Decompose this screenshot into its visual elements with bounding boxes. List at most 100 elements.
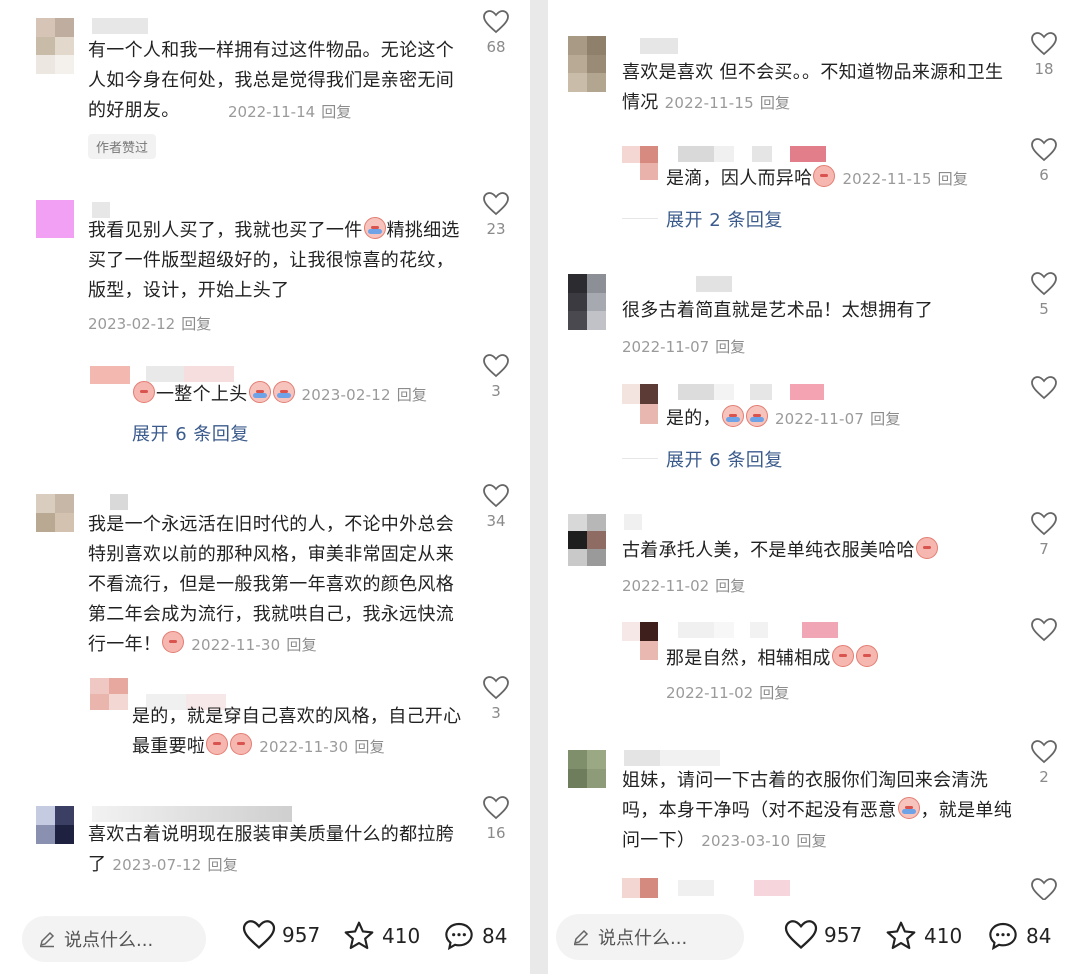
avatar[interactable] — [622, 622, 658, 660]
expand-replies-link[interactable]: 展开 6 条回复 — [132, 420, 249, 446]
comment-text-part: 是滴，因人而异哈 — [666, 168, 813, 189]
like-button[interactable]: 68 — [476, 10, 516, 56]
reply-button[interactable]: 回复 — [759, 684, 789, 702]
comment-input[interactable]: 说点什么... — [556, 914, 744, 960]
avatar[interactable] — [568, 274, 606, 330]
comment-date: 2023-02-12 — [301, 386, 391, 404]
expand-replies-link[interactable]: 展开 2 条回复 — [666, 206, 783, 232]
comment-date: 2022-11-15 — [842, 170, 932, 188]
comment-meta: 2023-02-12 回复 — [88, 313, 211, 334]
reply-button[interactable]: 回复 — [796, 832, 826, 850]
heart-icon — [784, 920, 818, 949]
avatar[interactable] — [622, 146, 658, 180]
face-emoji-icon — [855, 645, 878, 667]
comment-date: 2022-11-30 — [191, 636, 281, 654]
collect-button[interactable]: 410 — [342, 920, 420, 952]
avatar[interactable] — [36, 18, 74, 74]
username[interactable] — [678, 880, 790, 896]
avatar[interactable] — [90, 678, 128, 710]
comment-text-part: 我是一个永远活在旧时代的人，不论中外总会特别喜欢以前的那种风格，审美非常固定从来… — [88, 514, 454, 655]
reply-button[interactable]: 回复 — [870, 410, 900, 428]
chat-bubble-icon — [989, 922, 1017, 951]
username[interactable] — [678, 622, 838, 638]
username[interactable] — [624, 514, 642, 530]
avatar[interactable] — [36, 806, 74, 844]
like-button[interactable]: 6 — [1024, 138, 1064, 184]
comment-meta: 2022-11-15 回复 — [665, 94, 791, 112]
avatar[interactable] — [622, 384, 658, 424]
username[interactable] — [624, 750, 720, 766]
avatar[interactable] — [90, 366, 130, 384]
like-button[interactable]: 3 — [476, 676, 516, 722]
star-icon — [344, 921, 374, 950]
collect-button[interactable]: 410 — [884, 920, 962, 952]
like-button[interactable]: 2 — [1024, 740, 1064, 786]
like-button[interactable]: 18 — [1024, 32, 1064, 78]
comment-input-placeholder: 说点什么... — [64, 930, 154, 951]
comments-panel-right: 喜欢是喜欢 但不会买。。不知道物品来源和卫生情况 2022-11-15 回复 18… — [548, 0, 1080, 974]
username[interactable] — [92, 18, 148, 34]
like-post-button[interactable]: 957 — [242, 920, 320, 950]
comment-date: 2022-11-02 — [622, 577, 710, 595]
like-button[interactable]: 3 — [476, 354, 516, 400]
expand-replies-link[interactable]: 展开 6 条回复 — [666, 446, 783, 472]
reply-button[interactable]: 回复 — [715, 577, 745, 595]
comment-meta: 2022-11-15 回复 — [842, 170, 968, 188]
heart-icon — [483, 484, 509, 508]
reply-button[interactable]: 回复 — [938, 170, 968, 188]
like-button[interactable] — [1024, 618, 1064, 642]
pencil-icon — [573, 929, 589, 946]
like-button[interactable]: 16 — [476, 796, 516, 842]
reply-button[interactable]: 回复 — [208, 856, 238, 874]
crying-emoji-icon — [745, 405, 768, 427]
reply-button[interactable]: 回复 — [181, 315, 211, 333]
comment-text: 是的， 2022-11-07 回复 — [666, 404, 1006, 434]
like-count: 2 — [1039, 768, 1049, 786]
like-count: 18 — [1034, 60, 1054, 78]
reply-button[interactable]: 回复 — [760, 94, 790, 112]
comment-meta: 2023-02-12 回复 — [302, 386, 428, 404]
heart-icon — [1031, 32, 1057, 56]
username[interactable] — [678, 384, 824, 400]
avatar[interactable] — [568, 750, 606, 788]
like-post-button[interactable]: 957 — [784, 920, 862, 950]
avatar[interactable] — [36, 494, 74, 532]
reply-button[interactable]: 回复 — [354, 738, 384, 756]
avatar[interactable] — [36, 200, 74, 238]
heart-icon — [483, 192, 509, 216]
comments-panel-left: 有一个人和我一样拥有过这件物品。无论这个人如今身在何处，我总是觉得我们是亲密无间… — [0, 0, 530, 974]
username[interactable] — [640, 38, 678, 54]
comment-input[interactable]: 说点什么... — [22, 916, 206, 962]
like-button[interactable]: 7 — [1024, 512, 1064, 558]
comment-text: 很多古着简直就是艺术品！太想拥有了 — [622, 300, 934, 321]
heart-icon — [1031, 618, 1057, 642]
star-icon — [886, 921, 916, 950]
like-button[interactable]: 5 — [1024, 272, 1064, 318]
avatar[interactable] — [568, 36, 606, 92]
heart-icon — [483, 676, 509, 700]
comment-text: 是滴，因人而异哈 2022-11-15 回复 — [666, 164, 1006, 194]
like-count: 16 — [486, 824, 506, 842]
reply-button[interactable]: 回复 — [286, 636, 316, 654]
reply-button[interactable]: 回复 — [321, 103, 351, 121]
reply-button[interactable]: 回复 — [715, 338, 745, 356]
username[interactable] — [696, 276, 732, 292]
username[interactable] — [678, 146, 826, 162]
comment-date: 2022-11-07 — [622, 338, 710, 356]
like-button[interactable]: 34 — [476, 484, 516, 530]
like-button[interactable]: 23 — [476, 192, 516, 238]
username[interactable] — [110, 494, 128, 510]
avatar[interactable] — [622, 878, 658, 898]
heart-icon — [483, 354, 509, 378]
comments-button[interactable]: 84 — [986, 920, 1051, 952]
reply-button[interactable]: 回复 — [397, 386, 427, 404]
face-emoji-icon — [133, 381, 155, 403]
avatar[interactable] — [568, 514, 606, 566]
comments-button[interactable]: 84 — [442, 920, 507, 952]
like-button[interactable] — [1024, 878, 1064, 902]
comment-date: 2022-11-14 — [228, 103, 316, 121]
comment-text: 一整个上头 2023-02-12 回复 — [132, 380, 462, 410]
like-button[interactable] — [1024, 376, 1064, 400]
like-count: 68 — [486, 38, 506, 56]
heart-icon — [1031, 512, 1057, 536]
